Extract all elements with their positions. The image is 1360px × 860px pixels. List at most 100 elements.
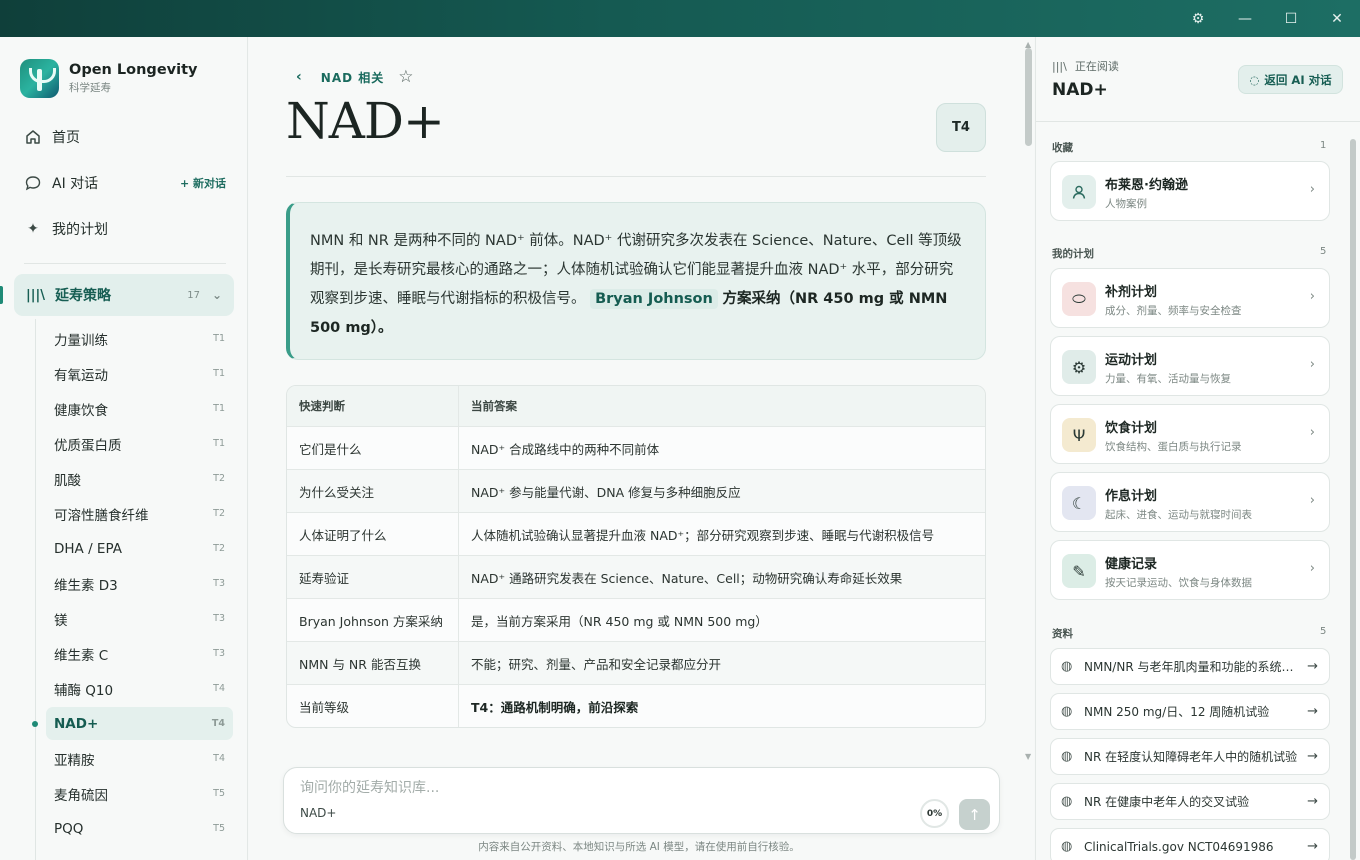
table-row: NMN 与 NR 能否互换 不能；研究、剂量、产品和安全记录都应分开 — [287, 641, 985, 684]
brand-name: Open Longevity — [69, 62, 198, 78]
tier-badge: T4 — [936, 103, 986, 152]
main-scrollbar[interactable] — [1025, 48, 1032, 146]
brand-subtitle: 科学延寿 — [69, 82, 111, 94]
strategy-item[interactable]: 健康饮食 T1 — [46, 392, 233, 425]
row-question: 延寿验证 — [287, 556, 459, 598]
strategy-item[interactable]: 肌酸 T2 — [46, 462, 233, 495]
star-icon[interactable]: ☆ — [398, 67, 414, 87]
resource-item[interactable]: ◍ NR 在健康中老年人的交叉试验 → — [1050, 783, 1330, 820]
new-chat-button[interactable]: + 新对话 — [180, 175, 226, 191]
strategy-name: 健康饮食 — [54, 402, 108, 419]
strategy-tier: T5 — [213, 823, 225, 834]
strategy-item[interactable]: 维生素 C T3 — [46, 637, 233, 670]
resource-title: NMN/NR 与老年肌肉量和功能的系统综述 — [1084, 660, 1299, 674]
resource-item[interactable]: ◍ ClinicalTrials.gov NCT04691986 → — [1050, 828, 1330, 860]
row-answer: 是，当前方案采用（NR 450 mg 或 NMN 500 mg） — [471, 613, 768, 629]
title-divider — [286, 176, 986, 177]
library-icon: |||\ — [26, 287, 45, 303]
plan-card[interactable]: ☾ 作息计划 起床、进食、运动与就寝时间表 › — [1050, 472, 1330, 532]
plan-card[interactable]: ⬭ 补剂计划 成分、剂量、频率与安全检查 › — [1050, 268, 1330, 328]
sparkle-icon: ✦ — [27, 221, 39, 237]
chevron-down-icon[interactable]: ⌄ — [212, 288, 222, 302]
gear-icon[interactable]: ⚙ — [1175, 0, 1221, 37]
maximize-button[interactable]: ☐ — [1268, 0, 1314, 37]
strategy-item[interactable]: PQQ T5 — [46, 812, 233, 845]
ask-context-chip[interactable]: NAD+ — [300, 806, 336, 820]
dumbbell-icon: ⚙ — [1062, 350, 1096, 384]
table-row: 延寿验证 NAD⁺ 通路研究发表在 Science、Nature、Cell；动物研… — [287, 555, 985, 598]
resources-label: 资料 — [1052, 628, 1073, 640]
callout-person-link[interactable]: Bryan Johnson — [590, 289, 718, 309]
strategy-tier: T2 — [213, 543, 225, 554]
plan-card[interactable]: ⚙ 运动计划 力量、有氧、活动量与恢复 › — [1050, 336, 1330, 396]
brand[interactable]: Open Longevity 科学延寿 — [20, 59, 197, 98]
strategy-item[interactable]: 亚精胺 T4 — [46, 742, 233, 775]
strategy-tier: T1 — [213, 368, 225, 379]
resource-item[interactable]: ◍ NR 在轻度认知障碍老年人中的随机试验 → — [1050, 738, 1330, 775]
section-longevity-strategies[interactable]: |||\ 延寿策略 17 ⌄ — [14, 274, 234, 316]
strategy-item[interactable]: 有氧运动 T1 — [46, 357, 233, 390]
strategy-name: 肌酸 — [54, 472, 81, 489]
strategy-name: 维生素 C — [54, 647, 109, 664]
ask-box[interactable]: 询问你的延寿知识库... NAD+ 0% ↑ — [283, 767, 1000, 834]
strategy-item[interactable]: 镁 T3 — [46, 602, 233, 635]
favorite-card[interactable]: 布莱恩·约翰逊 人物案例 › — [1050, 161, 1330, 221]
row-answer: NAD⁺ 合成路线中的两种不同前体 — [471, 441, 660, 457]
favorite-subtitle: 人物案例 — [1105, 198, 1147, 210]
strategy-item[interactable]: DHA / EPA T2 — [46, 532, 233, 565]
favorite-title: 布莱恩·约翰逊 — [1105, 178, 1188, 193]
chevron-right-icon: › — [1309, 493, 1315, 508]
minimize-button[interactable]: — — [1222, 0, 1268, 37]
globe-icon: ◍ — [1061, 839, 1073, 854]
strategy-item[interactable]: 可溶性膳食纤维 T2 — [46, 497, 233, 530]
strategy-name: 可溶性膳食纤维 — [54, 507, 149, 524]
header-cell: 当前答案 — [471, 399, 517, 413]
moon-icon: ☾ — [1062, 486, 1096, 520]
panel-scrollbar[interactable] — [1350, 139, 1356, 860]
scroll-down-icon[interactable]: ▼ — [1025, 752, 1031, 761]
plan-card[interactable]: ✎ 健康记录 按天记录运动、饮食与身体数据 › — [1050, 540, 1330, 600]
back-to-ai-label: 返回 AI 对话 — [1264, 72, 1332, 87]
row-question: 它们是什么 — [287, 427, 459, 469]
nav-home[interactable]: 首页 — [14, 120, 234, 154]
strategy-tier: T1 — [213, 333, 225, 344]
nav-my-plan[interactable]: ✦ 我的计划 — [14, 212, 234, 246]
plan-subtitle: 起床、进食、运动与就寝时间表 — [1105, 509, 1252, 521]
row-question: Bryan Johnson 方案采纳 — [287, 599, 459, 641]
plan-card[interactable]: Ψ 饮食计划 饮食结构、蛋白质与执行记录 › — [1050, 404, 1330, 464]
plan-subtitle: 饮食结构、蛋白质与执行记录 — [1105, 441, 1242, 453]
nav-ai-chat[interactable]: AI 对话 + 新对话 — [14, 166, 234, 200]
chevron-right-icon: › — [1309, 182, 1315, 197]
pill-icon: ⬭ — [1062, 282, 1096, 316]
panel-divider — [1036, 121, 1360, 122]
context-usage-indicator: 0% — [920, 799, 949, 828]
strategy-name: 麦角硫因 — [54, 787, 108, 804]
strategy-item[interactable]: 力量训练 T1 — [46, 322, 233, 355]
close-button[interactable]: ✕ — [1314, 0, 1360, 37]
strategy-name: 力量训练 — [54, 332, 108, 349]
back-to-ai-button[interactable]: ◌ 返回 AI 对话 — [1238, 65, 1343, 94]
quick-judgement-table: 快速判断 当前答案 它们是什么 NAD⁺ 合成路线中的两种不同前体 为什么受关注 NAD⁺… — [286, 385, 986, 728]
strategy-name: NAD+ — [54, 715, 99, 732]
globe-icon: ◍ — [1061, 749, 1073, 764]
resource-item[interactable]: ◍ NMN/NR 与老年肌肉量和功能的系统综述 → — [1050, 648, 1330, 685]
table-row: 为什么受关注 NAD⁺ 参与能量代谢、DNA 修复与多种细胞反应 — [287, 469, 985, 512]
arrow-up-icon[interactable]: ↑ — [959, 799, 990, 830]
reading-label-text: 正在阅读 — [1074, 60, 1119, 73]
strategy-item[interactable]: 辅酶 Q10 T4 — [46, 672, 233, 705]
globe-icon: ◍ — [1061, 704, 1073, 719]
ask-input[interactable]: 询问你的延寿知识库... — [300, 777, 439, 797]
notebook-icon: ✎ — [1062, 554, 1096, 588]
strategy-item[interactable]: 优质蛋白质 T1 — [46, 427, 233, 460]
strategy-item[interactable]: 维生素 D3 T3 — [46, 567, 233, 600]
back-icon[interactable]: ‹ — [296, 69, 303, 85]
footnote: 内容来自公开资料、本地知识与所选 AI 模型，请在使用前自行核验。 — [478, 841, 800, 853]
resource-item[interactable]: ◍ NMN 250 mg/日、12 周随机试验 → — [1050, 693, 1330, 730]
scroll-up-icon[interactable]: ▲ — [1025, 40, 1031, 49]
row-answer: 人体随机试验确认显著提升血液 NAD⁺；部分研究观察到步速、睡眠与代谢积极信号 — [471, 527, 935, 543]
plan-title: 补剂计划 — [1105, 285, 1158, 300]
strategy-item[interactable]: 麦角硫因 T5 — [46, 777, 233, 810]
breadcrumb-label[interactable]: NAD 相关 — [321, 69, 384, 86]
plan-subtitle: 按天记录运动、饮食与身体数据 — [1105, 577, 1252, 589]
strategy-item[interactable]: NAD+ T4 — [46, 707, 233, 740]
